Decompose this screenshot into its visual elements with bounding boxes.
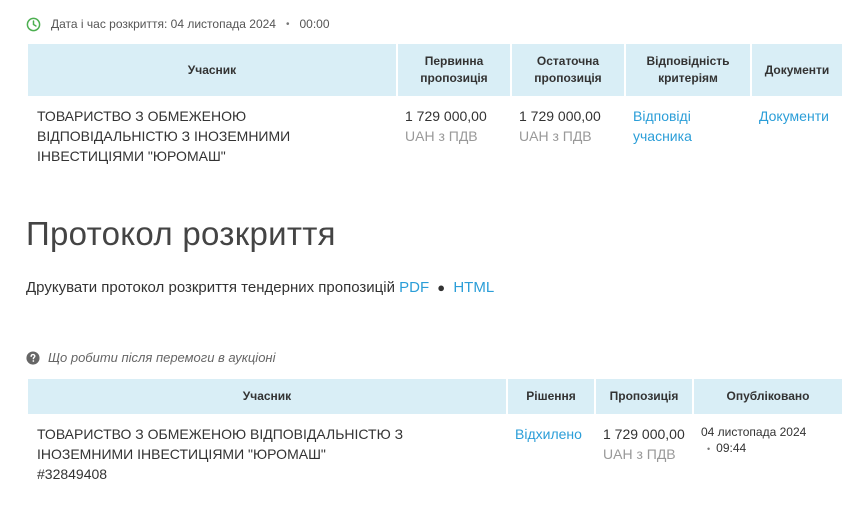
- separator-dot: •: [707, 444, 711, 454]
- help-text: Що робити після перемоги в аукціоні: [48, 350, 276, 365]
- opening-date-line: Дата і час розкриття: 04 листопада 2024 …: [26, 15, 330, 33]
- table-row: ТОВАРИСТВО З ОБМЕЖЕНОЮ ВІДПОВІДАЛЬНІСТЮ …: [28, 414, 842, 484]
- participant-code: #32849408: [37, 466, 108, 482]
- offer-cell: 1 729 000,00 UAH з ПДВ: [594, 414, 692, 484]
- offer-currency: UAH з ПДВ: [603, 446, 676, 462]
- published-date: 04 листопада 2024: [701, 425, 807, 439]
- header-decision: Рішення: [506, 379, 594, 414]
- documents-cell: Документи: [750, 96, 842, 166]
- offers-table: Учасник Первинна пропозиція Остаточна пр…: [28, 44, 842, 166]
- pdf-link[interactable]: PDF: [399, 279, 429, 296]
- initial-offer-amount: 1 729 000,00: [405, 108, 487, 124]
- question-circle-icon: [26, 350, 40, 365]
- participant-cell: ТОВАРИСТВО З ОБМЕЖЕНОЮ ВІДПОВІДАЛЬНІСТЮ …: [28, 414, 506, 484]
- opening-date-label: Дата і час розкриття: 04 листопада 2024: [51, 17, 276, 31]
- header-participant: Учасник: [28, 379, 506, 414]
- header-offer: Пропозиція: [594, 379, 692, 414]
- print-protocol-text: Друкувати протокол розкриття тендерних п…: [26, 279, 395, 296]
- print-protocol-line: Друкувати протокол розкриття тендерних п…: [26, 279, 494, 296]
- clock-icon: [26, 17, 41, 32]
- participant-answers-link[interactable]: Відповіді учасника: [633, 108, 692, 144]
- help-link-line[interactable]: Що робити після перемоги в аукціоні: [26, 350, 275, 365]
- results-header-row: Учасник Рішення Пропозиція Опубліковано: [28, 379, 842, 414]
- final-offer-cell: 1 729 000,00 UAH з ПДВ: [510, 96, 624, 166]
- final-offer-amount: 1 729 000,00: [519, 108, 601, 124]
- header-final-offer: Остаточна пропозиція: [510, 44, 624, 96]
- decision-link[interactable]: Відхилено: [515, 426, 582, 442]
- initial-offer-currency: UAH з ПДВ: [405, 128, 478, 144]
- separator-dot: •: [285, 18, 290, 30]
- offer-amount: 1 729 000,00: [603, 426, 685, 442]
- published-time: 09:44: [716, 441, 747, 455]
- offers-header-row: Учасник Первинна пропозиція Остаточна пр…: [28, 44, 842, 96]
- participant-name: ТОВАРИСТВО З ОБМЕЖЕНОЮ ВІДПОВІДАЛЬНІСТЮ …: [37, 426, 404, 462]
- page-title: Протокол розкриття: [26, 215, 336, 252]
- participant-name: ТОВАРИСТВО З ОБМЕЖЕНОЮ ВІДПОВІДАЛЬНІСТЮ …: [37, 108, 291, 164]
- initial-offer-cell: 1 729 000,00 UAH з ПДВ: [396, 96, 510, 166]
- html-link[interactable]: HTML: [453, 279, 494, 296]
- final-offer-currency: UAH з ПДВ: [519, 128, 592, 144]
- published-cell: 04 листопада 2024 • 09:44: [692, 414, 842, 484]
- decision-cell: Відхилено: [506, 414, 594, 484]
- documents-link[interactable]: Документи: [759, 108, 829, 124]
- opening-time: 00:00: [299, 17, 330, 31]
- criteria-cell: Відповіді учасника: [624, 96, 750, 166]
- header-initial-offer: Первинна пропозиція: [396, 44, 510, 96]
- header-published: Опубліковано: [692, 379, 842, 414]
- separator-dot: ●: [437, 280, 446, 295]
- header-participant: Учасник: [28, 44, 396, 96]
- table-row: ТОВАРИСТВО З ОБМЕЖЕНОЮ ВІДПОВІДАЛЬНІСТЮ …: [28, 96, 842, 166]
- header-criteria: Відповідність критеріям: [624, 44, 750, 96]
- header-documents: Документи: [750, 44, 842, 96]
- results-table: Учасник Рішення Пропозиція Опубліковано …: [28, 379, 842, 484]
